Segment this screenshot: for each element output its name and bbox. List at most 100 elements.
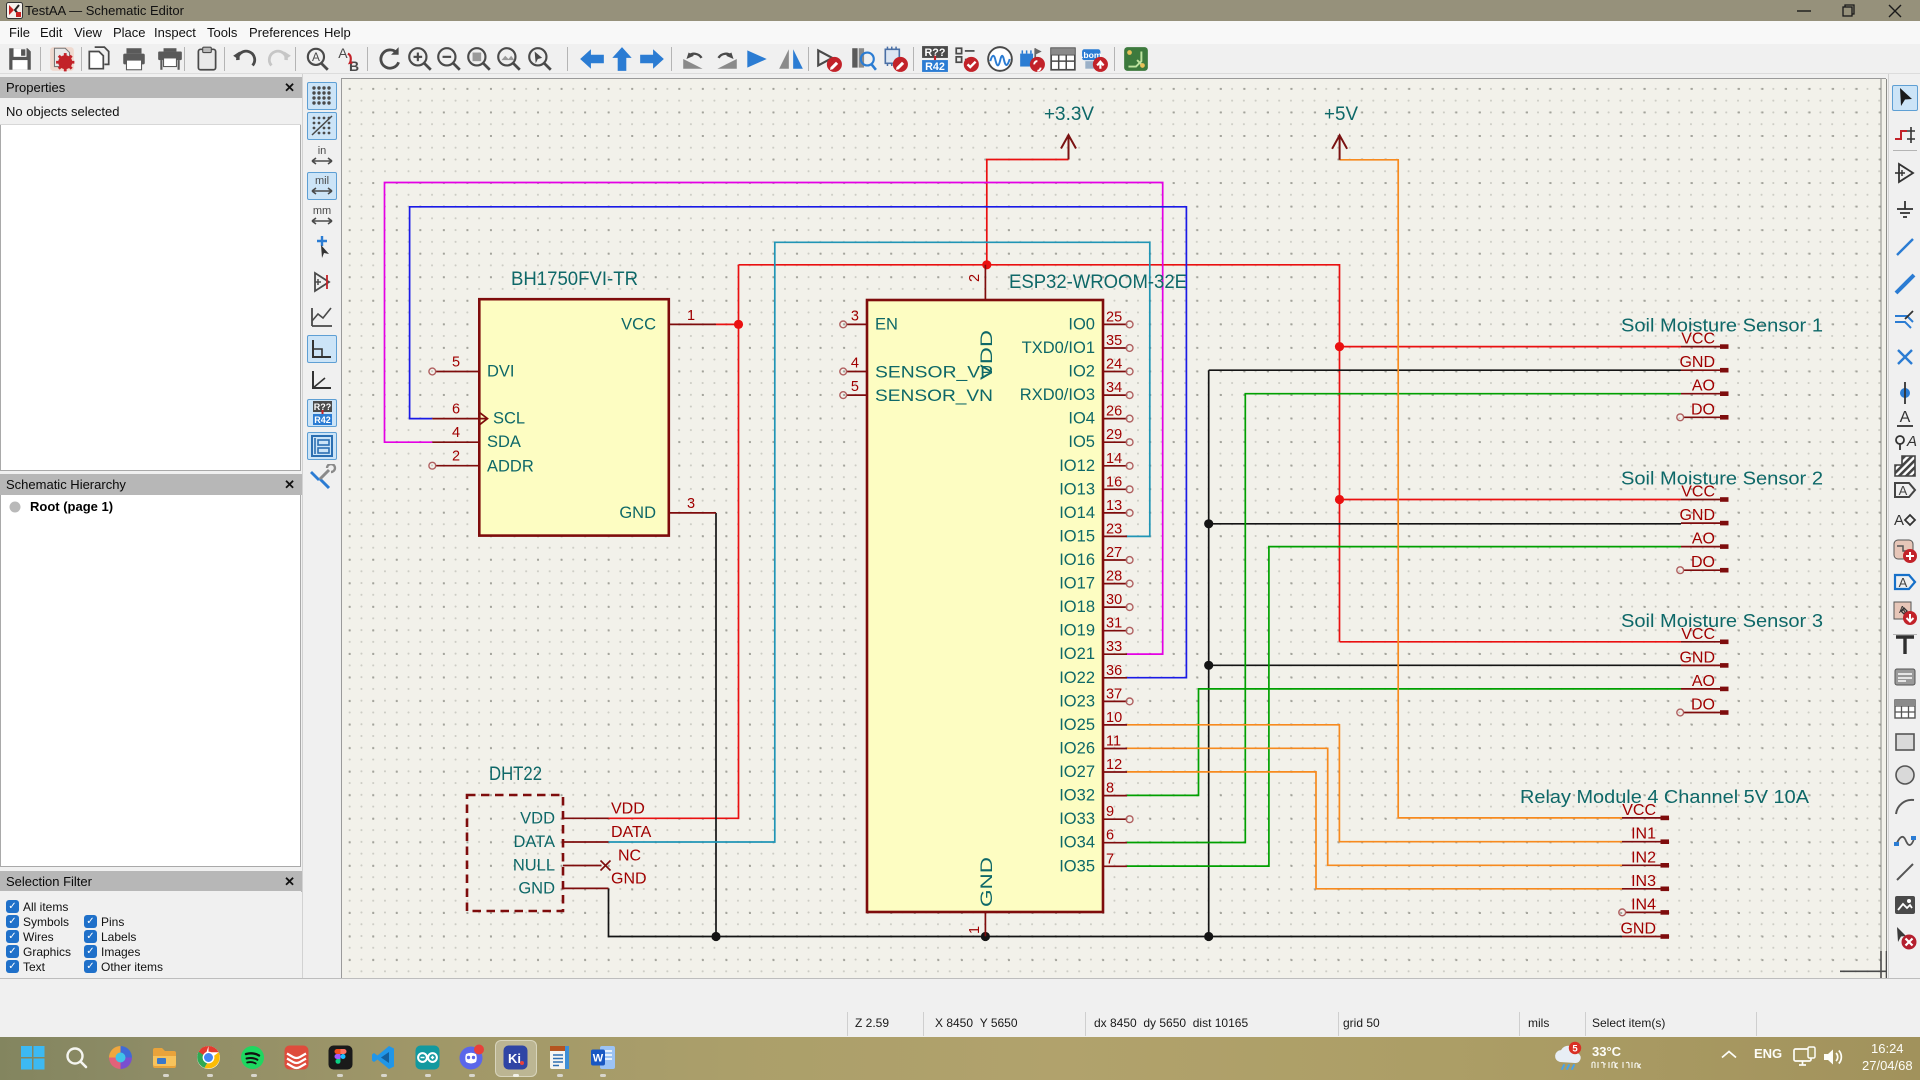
- svg-text:A: A: [338, 45, 348, 61]
- svg-text:IO22: IO22: [1059, 669, 1095, 687]
- svg-text:IO16: IO16: [1059, 551, 1095, 569]
- svg-text:25: 25: [1106, 309, 1122, 325]
- svg-text:TXD0/IO1: TXD0/IO1: [1022, 339, 1095, 357]
- svg-text:mm: mm: [313, 205, 331, 217]
- svg-text:2: 2: [452, 449, 460, 465]
- svg-text:A: A: [1899, 575, 1908, 590]
- svg-text:NC: NC: [618, 848, 641, 865]
- svg-text:IO21: IO21: [1059, 645, 1095, 663]
- svg-text:R42: R42: [314, 415, 331, 425]
- svg-text:7: 7: [1106, 851, 1114, 867]
- svg-text:13: 13: [1106, 498, 1122, 514]
- svg-text:A: A: [1899, 483, 1908, 498]
- svg-text:Ki: Ki: [508, 1051, 521, 1066]
- svg-text:34: 34: [1106, 380, 1122, 396]
- svg-text:IO12: IO12: [1059, 457, 1095, 475]
- svg-text:VDD: VDD: [978, 330, 996, 380]
- svg-text:AO: AO: [1692, 378, 1715, 395]
- svg-text:IO25: IO25: [1059, 716, 1095, 734]
- svg-text:BH1750FVI-TR: BH1750FVI-TR: [511, 269, 638, 290]
- svg-text:4: 4: [452, 425, 460, 441]
- svg-text:Relay Module 4 Channel 5V 10A: Relay Module 4 Channel 5V 10A: [1520, 787, 1809, 807]
- svg-text:ADDR: ADDR: [487, 458, 534, 476]
- svg-text:EN: EN: [875, 315, 898, 333]
- svg-text:10: 10: [1106, 710, 1122, 726]
- svg-text:IO27: IO27: [1059, 763, 1095, 781]
- svg-text:35: 35: [1106, 333, 1122, 349]
- svg-text:SENSOR_VN: SENSOR_VN: [875, 387, 993, 405]
- svg-text:GND: GND: [1620, 921, 1656, 938]
- svg-text:IO13: IO13: [1059, 480, 1095, 498]
- svg-text:IO17: IO17: [1059, 575, 1095, 593]
- svg-text:A: A: [1894, 512, 1904, 529]
- svg-text:SDA: SDA: [487, 433, 521, 451]
- svg-text:+3.3V: +3.3V: [1044, 104, 1094, 125]
- svg-text:IO33: IO33: [1059, 810, 1095, 828]
- svg-text:AO: AO: [1692, 673, 1715, 690]
- svg-text:26: 26: [1106, 404, 1122, 420]
- svg-text:A: A: [312, 50, 320, 64]
- svg-text:IO34: IO34: [1059, 834, 1095, 852]
- svg-text:GND: GND: [1679, 507, 1715, 524]
- svg-text:33: 33: [1106, 639, 1122, 655]
- svg-text:AO: AO: [1692, 531, 1715, 548]
- svg-text:VDD: VDD: [520, 809, 555, 827]
- svg-text:IO19: IO19: [1059, 622, 1095, 640]
- svg-text:3: 3: [687, 496, 695, 512]
- svg-text:IO2: IO2: [1068, 363, 1095, 381]
- svg-text:6: 6: [452, 402, 460, 418]
- svg-text:mil: mil: [315, 175, 329, 187]
- svg-text:VCC: VCC: [621, 315, 656, 333]
- svg-text:12: 12: [1106, 757, 1122, 773]
- svg-text:+5V: +5V: [1324, 104, 1358, 125]
- svg-text:SENSOR_VP: SENSOR_VP: [875, 364, 993, 382]
- svg-text:DO: DO: [1691, 401, 1715, 418]
- svg-text:28: 28: [1106, 569, 1122, 585]
- svg-text:1: 1: [687, 308, 695, 324]
- svg-text:IO5: IO5: [1068, 433, 1095, 451]
- svg-text:IN3: IN3: [1631, 873, 1656, 890]
- svg-text:A: A: [1900, 409, 1911, 426]
- svg-text:9: 9: [1106, 804, 1114, 820]
- svg-text:NULL: NULL: [513, 857, 555, 875]
- svg-text:30: 30: [1106, 592, 1122, 608]
- svg-text:24: 24: [1106, 357, 1122, 373]
- svg-text:23: 23: [1106, 521, 1122, 537]
- svg-text:GND: GND: [1679, 649, 1715, 666]
- svg-text:ESP32-WROOM-32E: ESP32-WROOM-32E: [1009, 272, 1187, 293]
- svg-text:27: 27: [1106, 545, 1122, 561]
- svg-text:DHT22: DHT22: [489, 764, 542, 785]
- svg-text:DATA: DATA: [611, 824, 652, 841]
- svg-text:11: 11: [1106, 734, 1121, 750]
- svg-text:5: 5: [452, 355, 460, 371]
- svg-text:IN1: IN1: [1631, 826, 1656, 843]
- svg-text:DATA: DATA: [513, 833, 555, 851]
- svg-text:Soil Moisture Sensor 2: Soil Moisture Sensor 2: [1621, 469, 1823, 489]
- svg-text:5: 5: [1572, 1044, 1578, 1055]
- svg-text:IO32: IO32: [1059, 787, 1095, 805]
- svg-text:3: 3: [851, 308, 859, 324]
- svg-text:in: in: [318, 145, 327, 157]
- svg-text:GND: GND: [611, 870, 647, 887]
- svg-text:R42: R42: [925, 61, 945, 73]
- svg-text:IN4: IN4: [1631, 896, 1656, 913]
- svg-text:8: 8: [1106, 781, 1114, 797]
- svg-text:SCL: SCL: [493, 410, 525, 428]
- svg-text:Soil Moisture Sensor 1: Soil Moisture Sensor 1: [1621, 316, 1823, 336]
- svg-text:IO26: IO26: [1059, 740, 1095, 758]
- svg-text:1: 1: [967, 926, 983, 934]
- svg-text:RXD0/IO3: RXD0/IO3: [1020, 386, 1095, 404]
- svg-text:31: 31: [1106, 616, 1122, 632]
- svg-text:IO0: IO0: [1068, 315, 1095, 333]
- svg-text:DO: DO: [1691, 554, 1715, 571]
- svg-text:GND: GND: [518, 879, 555, 897]
- svg-text:29: 29: [1106, 427, 1122, 443]
- svg-text:IO14: IO14: [1059, 504, 1095, 522]
- svg-text:GND: GND: [1679, 354, 1715, 371]
- svg-text:4: 4: [851, 356, 859, 372]
- svg-text:A: A: [1906, 433, 1917, 450]
- svg-text:36: 36: [1106, 663, 1122, 679]
- svg-text:6: 6: [1106, 828, 1114, 844]
- svg-text:IO15: IO15: [1059, 527, 1095, 545]
- svg-text:16: 16: [1106, 474, 1122, 490]
